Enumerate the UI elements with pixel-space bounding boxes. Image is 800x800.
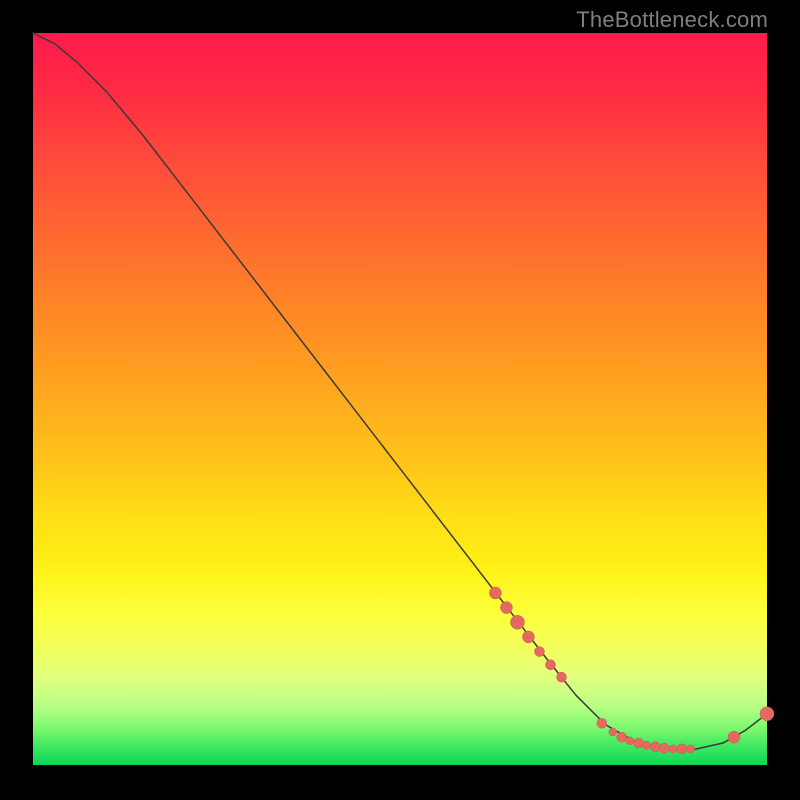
chart-svg <box>33 33 767 765</box>
data-point <box>500 602 512 614</box>
data-point <box>556 672 566 682</box>
data-point <box>597 718 607 728</box>
data-point <box>650 742 660 752</box>
watermark-text: TheBottleneck.com <box>576 7 768 33</box>
data-point <box>659 743 669 753</box>
data-point <box>677 744 687 754</box>
chart-markers <box>489 587 774 754</box>
data-point <box>545 660 555 670</box>
data-point <box>760 707 774 721</box>
plot-area <box>33 33 767 765</box>
data-point <box>626 737 634 745</box>
data-point <box>534 647 544 657</box>
data-point <box>522 631 534 643</box>
data-point <box>617 732 627 742</box>
data-point <box>489 587 501 599</box>
data-point <box>510 615 524 629</box>
chart-curve <box>33 33 767 750</box>
data-point <box>728 731 740 743</box>
data-point <box>669 745 677 753</box>
chart-frame: TheBottleneck.com <box>0 0 800 800</box>
data-point <box>643 741 651 749</box>
data-point <box>609 728 617 736</box>
data-point <box>634 738 644 748</box>
data-point <box>687 745 695 753</box>
